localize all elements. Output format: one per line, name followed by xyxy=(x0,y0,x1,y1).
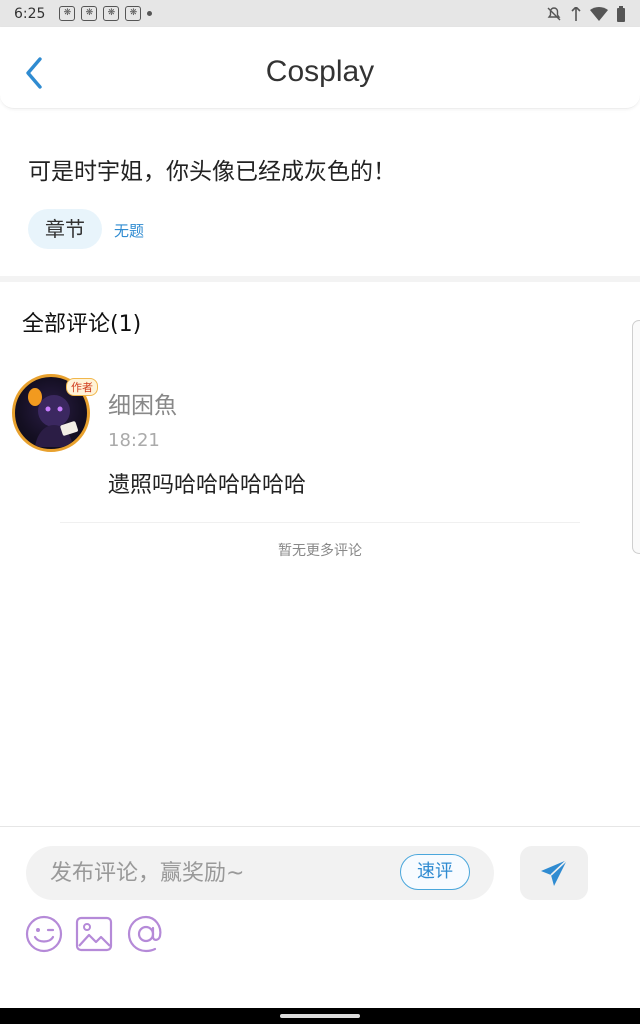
comment-divider xyxy=(60,522,580,523)
mention-button[interactable] xyxy=(126,914,166,954)
comments-title: 全部评论(1) xyxy=(22,312,142,337)
paw-notification-icon: ❋ xyxy=(125,6,142,21)
emoji-button[interactable] xyxy=(24,914,64,954)
chapter-name-link[interactable]: 无题 xyxy=(114,220,144,241)
comment-text: 遗照吗哈哈哈哈哈哈 xyxy=(108,473,307,498)
status-right-icons xyxy=(546,5,626,22)
emoji-icon xyxy=(25,915,63,953)
system-nav-bar xyxy=(0,1008,640,1024)
quick-comment-button[interactable]: 速评 xyxy=(400,854,470,890)
comment-time: 18:21 xyxy=(108,430,160,451)
no-more-comments: 暂无更多评论 xyxy=(278,543,362,559)
battery-icon xyxy=(617,5,625,22)
paw-notification-icon: ❋ xyxy=(103,6,120,21)
notification-icons: ❋ ❋ ❋ ❋ xyxy=(59,6,142,21)
author-badge: 作者 xyxy=(66,378,98,396)
app-header: Cosplay xyxy=(0,27,640,109)
signal-icon xyxy=(571,6,581,21)
send-button[interactable] xyxy=(520,846,588,900)
paw-notification-icon: ❋ xyxy=(81,6,98,21)
image-button[interactable] xyxy=(74,914,114,954)
comment-username[interactable]: 细困魚 xyxy=(108,386,177,420)
wifi-icon xyxy=(590,6,608,21)
comment-input[interactable] xyxy=(50,846,410,900)
post-text: 可是时宇姐，你头像已经成灰色的！ xyxy=(28,159,396,185)
mute-icon xyxy=(547,6,561,20)
paw-notification-icon: ❋ xyxy=(59,6,76,21)
status-time: 6:25 xyxy=(14,5,46,22)
image-icon xyxy=(75,916,113,952)
section-divider xyxy=(0,276,640,282)
send-icon xyxy=(541,859,568,886)
more-notifications-dot xyxy=(147,11,153,16)
side-drawer-handle[interactable] xyxy=(632,320,640,554)
at-icon xyxy=(127,915,162,953)
home-gesture-handle[interactable] xyxy=(280,1014,360,1018)
status-bar: 6:25 ❋ ❋ ❋ ❋ xyxy=(0,0,640,27)
chapter-tag: 章节 xyxy=(28,209,102,249)
page-title: Cosplay xyxy=(265,55,375,88)
